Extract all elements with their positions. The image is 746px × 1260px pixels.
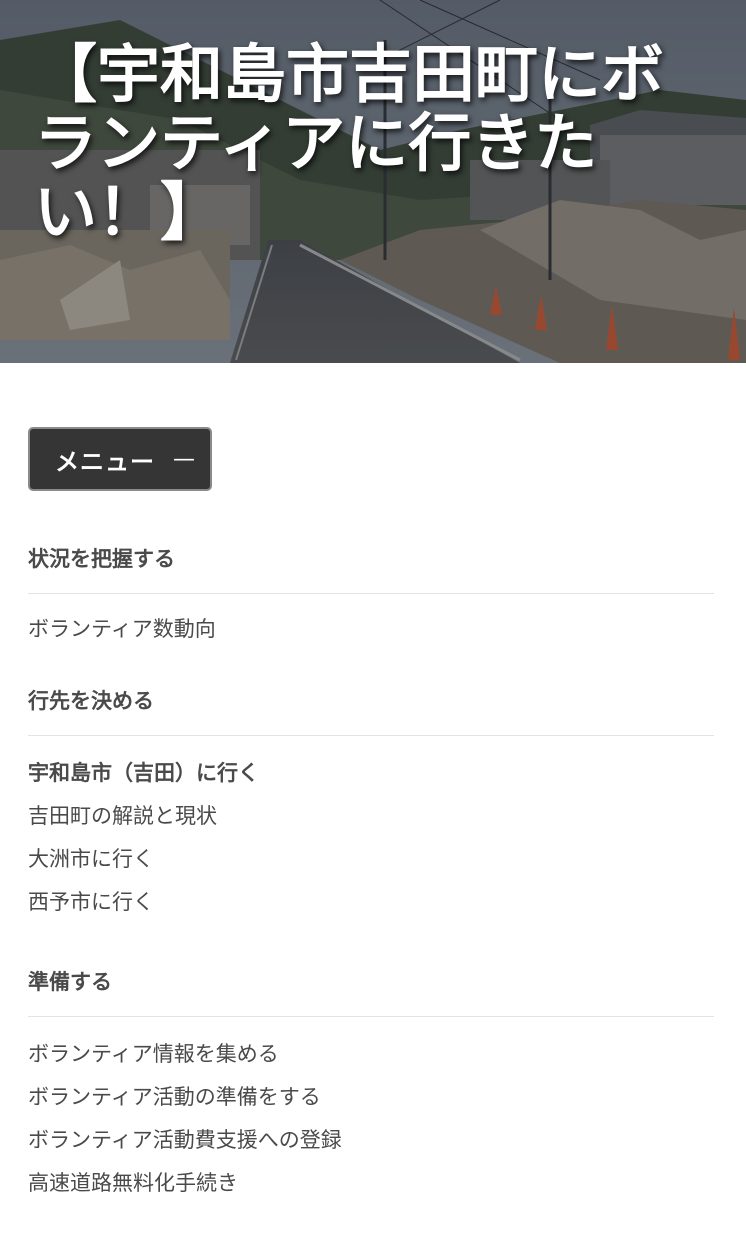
main-content: メニュー — 状況を把握する ボランティア数動向 行先を決める 宇和島市（吉田）… xyxy=(0,363,746,1205)
menu-item-uwajima-yoshida[interactable]: 宇和島市（吉田）に行く xyxy=(28,752,714,795)
menu-item-volunteer-preparation[interactable]: ボランティア活動の準備をする xyxy=(28,1076,714,1119)
section-understand: 状況を把握する ボランティア数動向 xyxy=(28,543,714,651)
page-title: 【宇和島市吉田町にボランティアに行きたい！】 xyxy=(34,38,664,249)
section-heading: 準備する xyxy=(28,966,714,1017)
menu-item-yoshida-explanation[interactable]: 吉田町の解説と現状 xyxy=(28,795,714,838)
nav-list: 宇和島市（吉田）に行く 吉田町の解説と現状 大洲市に行く 西予市に行く xyxy=(28,752,714,924)
menu-item-expense-support[interactable]: ボランティア活動費支援への登録 xyxy=(28,1119,714,1162)
section-destination: 行先を決める 宇和島市（吉田）に行く 吉田町の解説と現状 大洲市に行く 西予市に… xyxy=(28,685,714,924)
section-heading: 行先を決める xyxy=(28,685,714,736)
menu-item-volunteer-trends[interactable]: ボランティア数動向 xyxy=(28,608,714,651)
menu-item-highway-toll-free[interactable]: 高速道路無料化手続き xyxy=(28,1162,714,1205)
menu-button-label: メニュー xyxy=(55,447,155,476)
menu-toggle-button[interactable]: メニュー — xyxy=(28,427,212,491)
section-heading: 状況を把握する xyxy=(28,543,714,594)
menu-item-seiyo[interactable]: 西予市に行く xyxy=(28,881,714,924)
hero-banner: 【宇和島市吉田町にボランティアに行きたい！】 xyxy=(0,0,746,363)
collapse-icon: — xyxy=(173,446,195,472)
nav-list: ボランティア情報を集める ボランティア活動の準備をする ボランティア活動費支援へ… xyxy=(28,1033,714,1205)
section-prepare: 準備する ボランティア情報を集める ボランティア活動の準備をする ボランティア活… xyxy=(28,966,714,1205)
nav-list: ボランティア数動向 xyxy=(28,608,714,651)
site-menu: 状況を把握する ボランティア数動向 行先を決める 宇和島市（吉田）に行く 吉田町… xyxy=(28,543,714,1205)
menu-item-ozu[interactable]: 大洲市に行く xyxy=(28,838,714,881)
menu-item-volunteer-info[interactable]: ボランティア情報を集める xyxy=(28,1033,714,1076)
